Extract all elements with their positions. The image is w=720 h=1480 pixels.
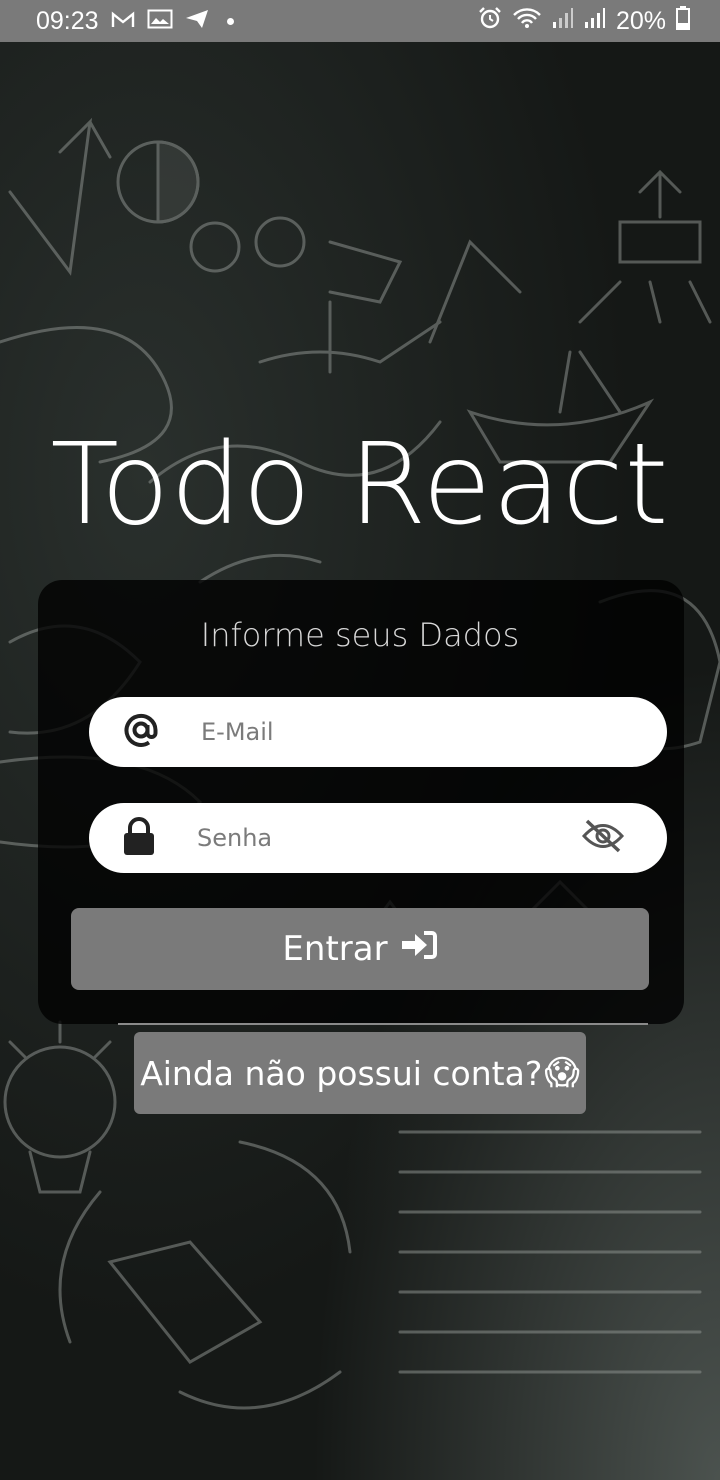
app-title: Todo React — [50, 420, 670, 550]
eye-slash-icon[interactable] — [581, 819, 625, 857]
scream-emoji: 😱 — [544, 1053, 580, 1093]
alarm-icon — [478, 6, 502, 37]
signal-icon — [584, 7, 606, 36]
status-bar-right: 20% — [478, 5, 690, 37]
email-field[interactable]: E-Mail — [89, 697, 667, 767]
send-icon — [185, 7, 209, 36]
wifi-icon — [512, 7, 542, 36]
status-bar: 09:23 20% — [0, 0, 720, 42]
signal-icon — [552, 7, 574, 36]
photo-icon — [147, 7, 173, 36]
login-button[interactable]: Entrar — [71, 908, 649, 990]
password-placeholder: Senha — [197, 824, 273, 852]
sign-in-icon — [400, 929, 438, 969]
email-placeholder: E-Mail — [201, 718, 274, 746]
dot-icon — [226, 17, 234, 25]
form-heading: Informe seus Dados — [200, 616, 520, 654]
battery-icon — [676, 5, 690, 37]
battery-percent: 20% — [615, 6, 666, 35]
status-bar-left: 09:23 — [36, 7, 234, 36]
signup-button[interactable]: Ainda não possui conta? 😱 — [134, 1032, 586, 1114]
gmail-icon — [111, 7, 135, 36]
divider — [118, 1023, 648, 1025]
at-icon — [123, 712, 159, 752]
signup-button-label: Ainda não possui conta? — [140, 1053, 543, 1093]
password-field[interactable]: Senha — [89, 803, 667, 873]
lock-icon — [123, 817, 155, 859]
login-button-label: Entrar — [282, 929, 388, 969]
status-time: 09:23 — [36, 6, 99, 35]
